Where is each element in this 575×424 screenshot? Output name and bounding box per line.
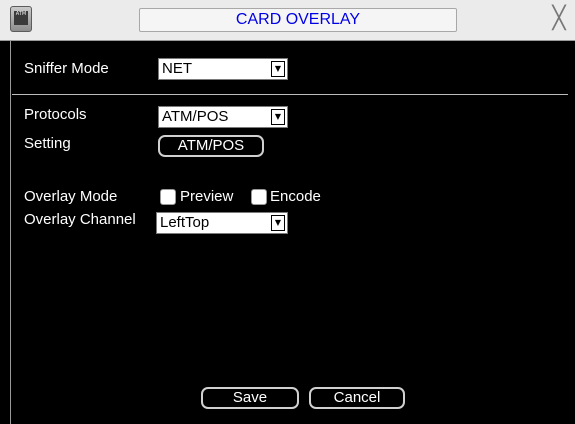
encode-checkbox[interactable] [251,189,267,205]
dropdown-arrow-icon: ▼ [271,215,285,231]
sniffer-mode-label: Sniffer Mode [24,60,109,77]
dropdown-arrow-icon: ▼ [271,61,285,77]
atm-app-icon: ATM [10,6,32,32]
left-border [10,41,11,424]
preview-checkbox[interactable] [160,189,176,205]
section-divider [12,94,568,95]
overlay-channel-select[interactable]: LeftTop ▼ [156,212,288,234]
sniffer-mode-value: NET [162,60,192,77]
close-icon[interactable]: ╳ [547,8,571,32]
title-bar: ATM CARD OVERLAY ╳ [0,0,575,41]
protocols-value: ATM/POS [162,108,229,125]
atm-pos-setting-button[interactable]: ATM/POS [158,135,264,157]
preview-label: Preview [180,188,234,205]
overlay-channel-label: Overlay Channel [24,211,136,228]
sniffer-mode-select[interactable]: NET ▼ [158,58,288,80]
dropdown-arrow-icon: ▼ [271,109,285,125]
save-button[interactable]: Save [201,387,299,409]
card-overlay-dialog: ATM CARD OVERLAY ╳ Sniffer Mode NET ▼ Pr… [0,0,575,424]
dialog-title: CARD OVERLAY [139,8,457,32]
encode-label: Encode [270,188,321,205]
overlay-channel-value: LeftTop [160,214,210,231]
cancel-button[interactable]: Cancel [309,387,405,409]
protocols-select[interactable]: ATM/POS ▼ [158,106,288,128]
setting-label: Setting [24,135,71,152]
overlay-mode-label: Overlay Mode [24,188,118,205]
protocols-label: Protocols [24,106,87,123]
